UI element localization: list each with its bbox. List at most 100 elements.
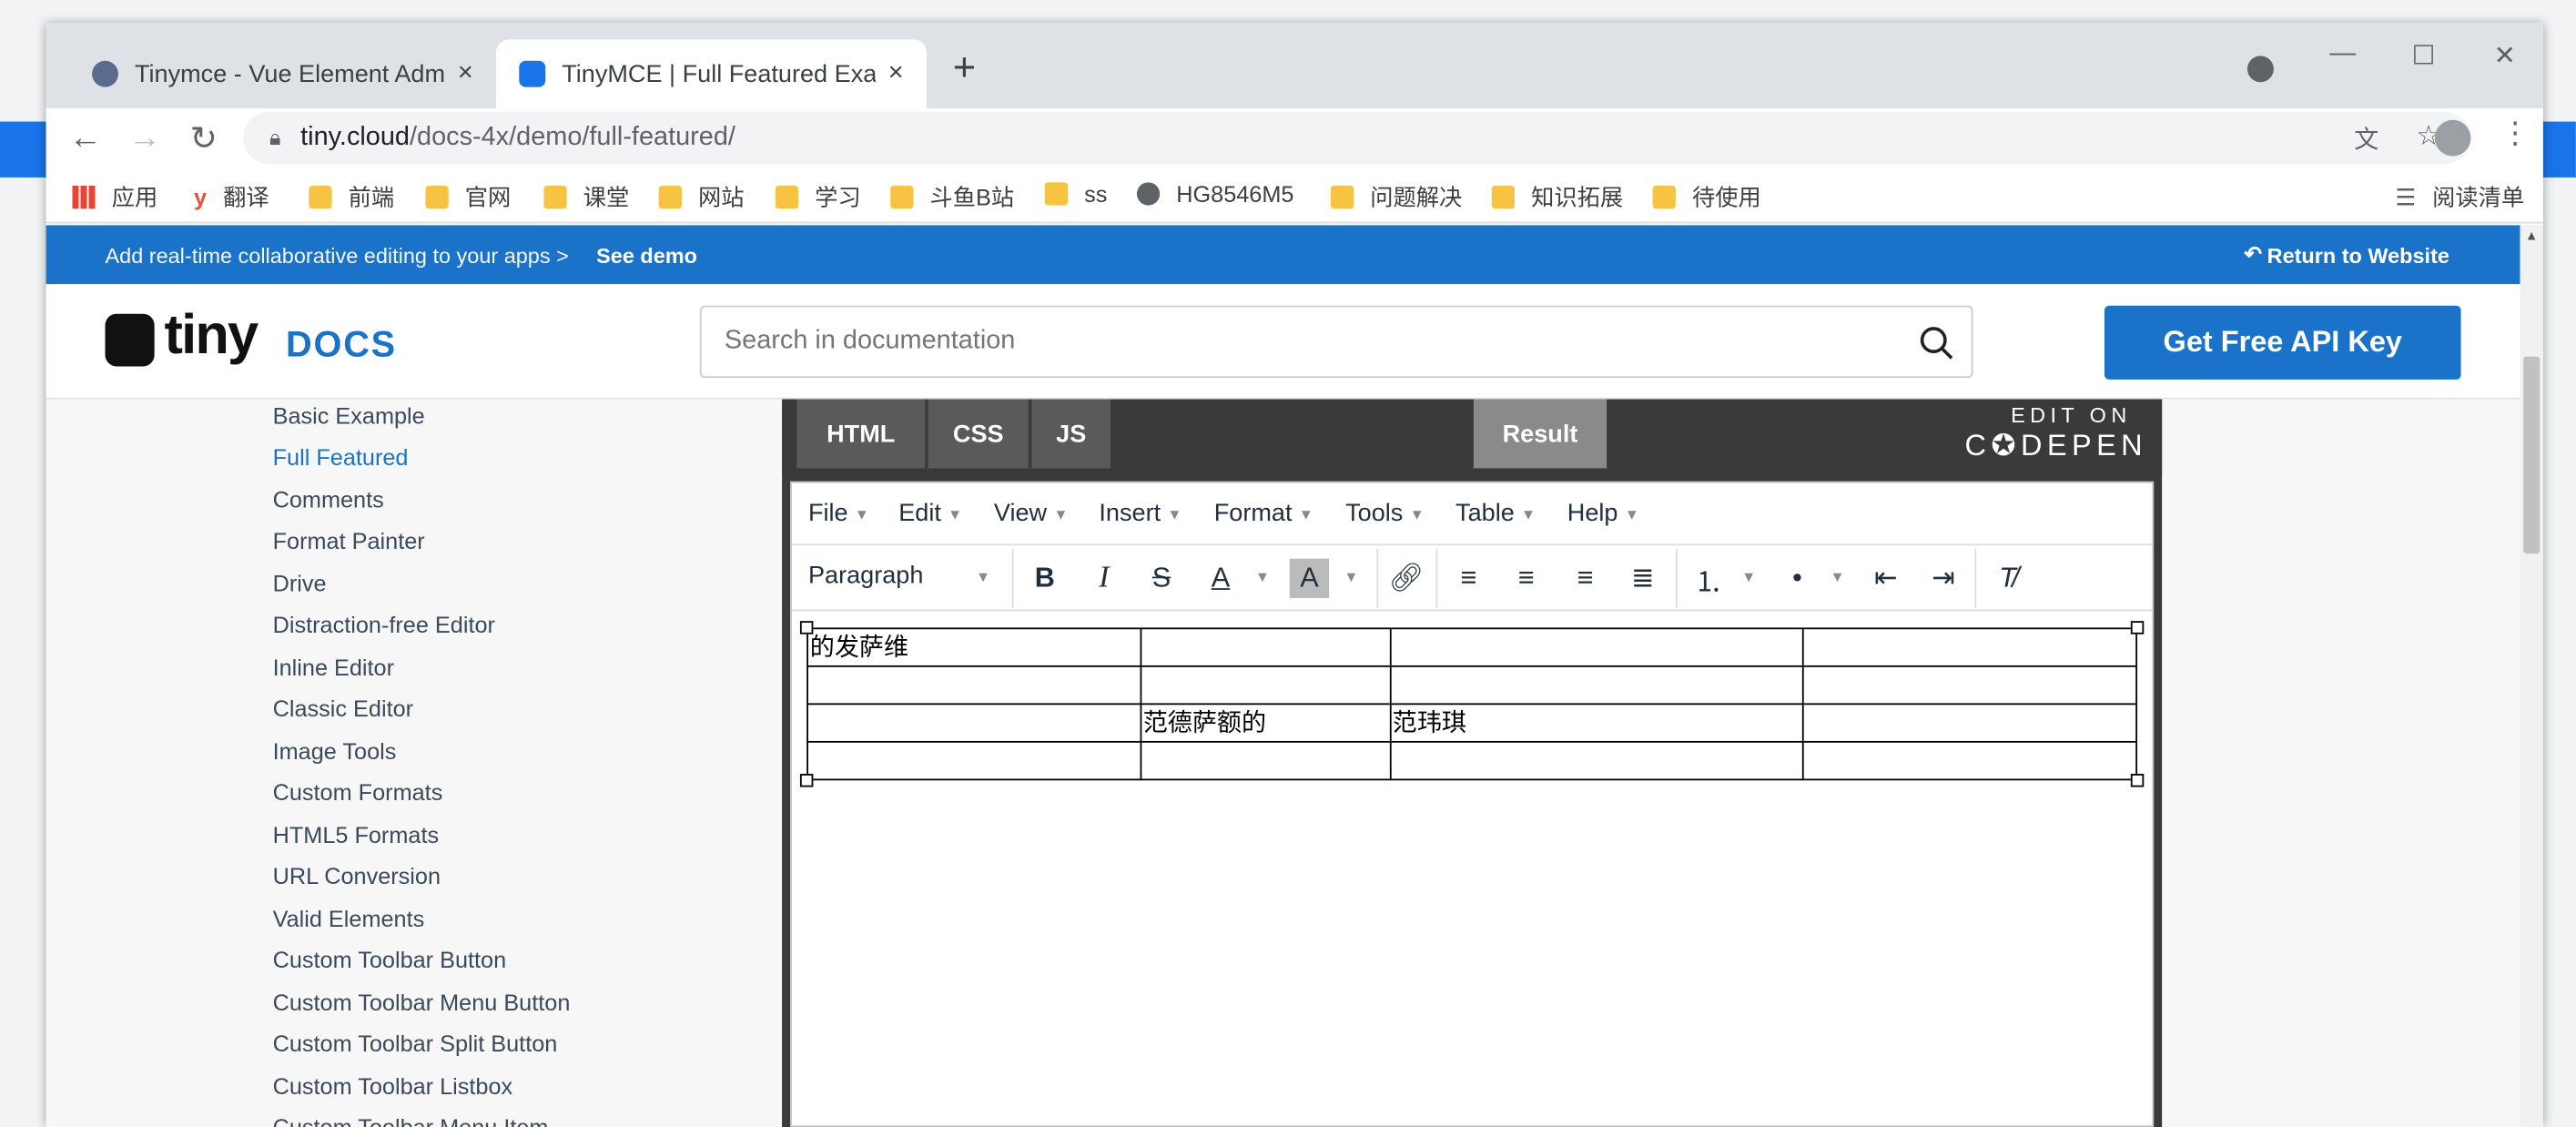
align-left-icon[interactable]: ≡	[1449, 559, 1488, 598]
return-to-website-link[interactable]: Return to Website	[2267, 242, 2449, 267]
reading-list[interactable]: ☰ 阅读清单	[2395, 181, 2524, 214]
table-cell[interactable]: 范玮琪	[1389, 703, 1805, 743]
menu-edit[interactable]: Edit ▼	[898, 500, 962, 528]
chevron-down-icon[interactable]: ▼	[1831, 568, 1845, 584]
clear-formatting-icon[interactable]: T̸	[1988, 559, 2027, 598]
sidebar-item[interactable]: Distraction-free Editor	[273, 611, 495, 637]
menu-table[interactable]: Table ▼	[1455, 500, 1536, 528]
get-free-api-key-button[interactable]: Get Free API Key	[2104, 305, 2461, 380]
table-cell[interactable]	[1802, 627, 2138, 667]
table-cell[interactable]	[1802, 665, 2138, 706]
link-icon[interactable]: 🔗︎	[1386, 559, 1425, 598]
sidebar-item[interactable]: Basic Example	[273, 402, 425, 429]
background-color-icon[interactable]: A	[1289, 558, 1330, 598]
codepen-tab-css[interactable]: CSS	[928, 399, 1029, 469]
block-format-select[interactable]: Paragraph	[808, 562, 923, 590]
sidebar-item[interactable]: Valid Elements	[273, 905, 425, 931]
bookmark-class[interactable]: 课堂	[543, 181, 629, 214]
indent-icon[interactable]: ⇥	[1923, 559, 1962, 598]
bookmark-ss[interactable]: ss	[1044, 181, 1107, 207]
resize-handle[interactable]	[799, 774, 814, 787]
strikethrough-icon[interactable]: S	[1141, 559, 1181, 598]
sidebar-item[interactable]: Inline Editor	[273, 654, 394, 680]
sidebar-item[interactable]: Image Tools	[273, 737, 397, 764]
tab-vue-element-admin[interactable]: Tinymce - Vue Element Admin ×	[69, 39, 496, 108]
new-tab-button[interactable]: +	[953, 46, 976, 93]
table-cell[interactable]	[1389, 665, 1805, 706]
table-cell[interactable]	[806, 703, 1141, 743]
align-right-icon[interactable]: ≡	[1566, 559, 1605, 598]
menu-format[interactable]: Format ▼	[1214, 500, 1313, 528]
bookmark-sites[interactable]: 网站	[658, 181, 745, 214]
scroll-up-arrow-icon[interactable]: ▲	[2525, 228, 2538, 243]
codepen-tab-html[interactable]: HTML	[796, 399, 926, 469]
sidebar-item[interactable]: Custom Toolbar Menu Item	[273, 1114, 549, 1127]
chevron-down-icon[interactable]: ▼	[1344, 568, 1358, 584]
menu-tools[interactable]: Tools ▼	[1345, 500, 1425, 528]
bookmark-problems[interactable]: 问题解决	[1330, 181, 1462, 214]
page-scrollbar[interactable]: ▲	[2520, 225, 2543, 1127]
sidebar-item[interactable]: Classic Editor	[273, 695, 413, 721]
resize-handle[interactable]	[799, 621, 814, 635]
table-cell[interactable]	[1389, 740, 1805, 781]
table-cell[interactable]	[1802, 740, 2138, 781]
sidebar-item[interactable]: Format Painter	[273, 527, 425, 553]
sidebar-item[interactable]: Custom Toolbar Listbox	[273, 1073, 513, 1100]
table-cell[interactable]: 的发萨维	[806, 627, 1141, 667]
sidebar-item[interactable]: HTML5 Formats	[273, 821, 440, 848]
table-cell[interactable]	[1802, 703, 2138, 743]
sidebar-item[interactable]: Custom Toolbar Split Button	[273, 1031, 558, 1057]
menu-insert[interactable]: Insert ▼	[1099, 500, 1182, 528]
bookmark-knowledge[interactable]: 知识拓展	[1491, 181, 1623, 214]
more-menu-icon[interactable]: ⋮	[2500, 117, 2530, 151]
maximize-button[interactable]: ☐	[2411, 39, 2435, 72]
scrollbar-thumb[interactable]	[2523, 356, 2541, 554]
chevron-down-icon[interactable]: ▼	[1741, 568, 1756, 584]
resize-handle[interactable]	[2130, 621, 2145, 635]
outdent-icon[interactable]: ⇤	[1866, 559, 1905, 598]
table-cell[interactable]	[1140, 665, 1391, 706]
table-cell[interactable]	[1140, 627, 1391, 667]
forward-arrow-icon[interactable]: →	[122, 115, 168, 161]
bookmark-frontend[interactable]: 前端	[309, 181, 394, 214]
close-window-button[interactable]: ✕	[2494, 39, 2516, 72]
editor-table[interactable]: 的发萨维 范德萨额的 范玮琪	[806, 627, 2138, 781]
menu-help[interactable]: Help ▼	[1567, 500, 1639, 528]
bookmark-apps[interactable]: 应用	[72, 181, 157, 214]
address-bar[interactable]: 🔒︎ tiny.cloud/docs-4x/demo/full-featured…	[243, 111, 2471, 165]
profile-avatar-icon[interactable]	[2434, 119, 2471, 157]
sidebar-item[interactable]: URL Conversion	[273, 863, 441, 889]
tiny-logo-text[interactable]: tiny	[164, 304, 259, 368]
chevron-down-icon[interactable]: ▼	[1255, 568, 1270, 584]
search-input[interactable]: Search in documentation	[699, 305, 1973, 379]
sidebar-item[interactable]: Custom Formats	[273, 778, 443, 805]
tab-tinymce-full-featured[interactable]: TinyMCE | Full Featured Examp ×	[496, 39, 927, 109]
text-color-icon[interactable]: A	[1201, 559, 1240, 598]
close-tab-icon[interactable]: ×	[875, 59, 904, 88]
back-arrow-icon[interactable]: ←	[63, 115, 109, 161]
resize-handle[interactable]	[2130, 774, 2145, 787]
bookmark-study[interactable]: 学习	[775, 181, 861, 214]
table-cell[interactable]	[806, 665, 1141, 706]
align-center-icon[interactable]: ≡	[1506, 559, 1546, 598]
see-demo-link[interactable]: See demo	[596, 242, 697, 267]
codepen-logo[interactable]: C✪DEPEN	[1965, 429, 2148, 463]
bookmark-official[interactable]: 官网	[425, 181, 511, 214]
bullet-list-icon[interactable]: •	[1778, 559, 1817, 598]
menu-view[interactable]: View ▼	[994, 500, 1069, 528]
minimize-button[interactable]: —	[2329, 39, 2356, 68]
sidebar-item[interactable]: Custom Toolbar Button	[273, 947, 507, 973]
tab-search-icon[interactable]	[2246, 56, 2274, 83]
menu-file[interactable]: File ▼	[808, 500, 869, 528]
search-icon[interactable]	[1919, 325, 1955, 361]
bold-icon[interactable]: B	[1025, 559, 1064, 598]
sidebar-item[interactable]: Drive	[273, 570, 327, 596]
table-cell[interactable]	[806, 740, 1141, 781]
bookmark-to-use[interactable]: 待使用	[1652, 181, 1761, 214]
codepen-tab-js[interactable]: JS	[1031, 399, 1111, 469]
bookmark-hg8546m5[interactable]: HG8546M5	[1136, 181, 1293, 207]
close-tab-icon[interactable]: ×	[444, 59, 473, 88]
reload-icon[interactable]: ↻	[181, 115, 228, 161]
translate-icon[interactable]: 文	[2354, 122, 2378, 157]
table-cell[interactable]	[1389, 627, 1805, 667]
